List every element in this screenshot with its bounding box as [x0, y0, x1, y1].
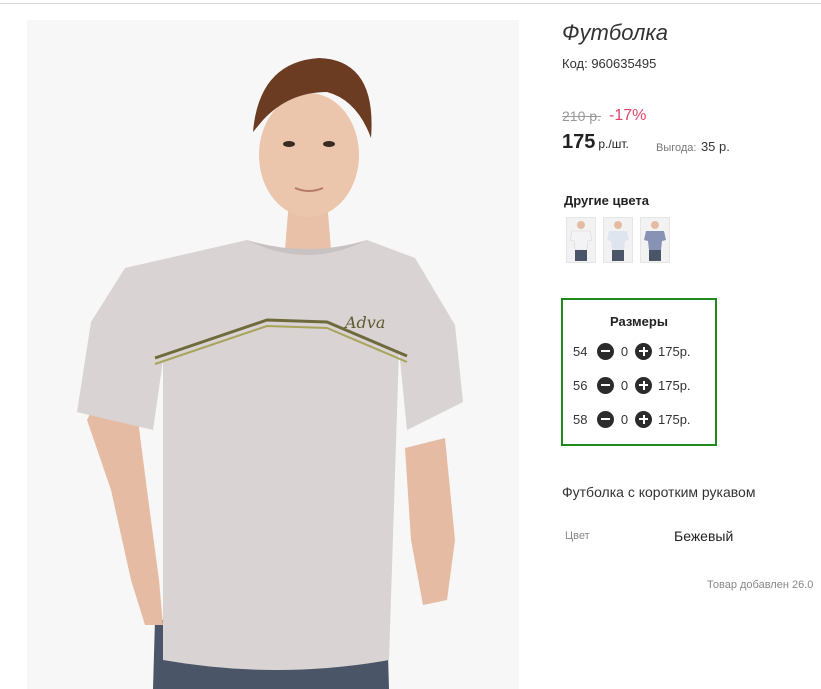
size-quantity[interactable]: 0 — [614, 344, 635, 359]
product-title: Футболка — [562, 20, 668, 45]
added-date: Товар добавлен 26.0 — [707, 579, 814, 591]
plus-circle-icon[interactable] — [635, 376, 652, 394]
size-row-54: 54 0 175р. — [573, 341, 691, 361]
color-swatch-light-grey[interactable] — [603, 217, 633, 263]
plus-circle-icon[interactable] — [635, 410, 652, 428]
top-divider — [0, 3, 821, 4]
sizes-panel: Размеры 54 0 175р. 56 0 175р. 58 0 175р. — [561, 298, 717, 446]
size-price: 175р. — [658, 343, 691, 359]
color-swatch-white[interactable] — [566, 217, 596, 263]
svg-text:Adva: Adva — [343, 313, 385, 332]
price-value: 175 — [562, 131, 596, 153]
size-row-58: 58 0 175р. — [573, 409, 691, 429]
size-price: 175р. — [658, 377, 691, 393]
size-quantity[interactable]: 0 — [614, 412, 635, 427]
benefit-label: Выгода: — [656, 142, 697, 154]
other-colors-title: Другие цвета — [564, 193, 649, 208]
plus-circle-icon[interactable] — [635, 342, 652, 360]
size-label: 54 — [573, 343, 588, 359]
benefit: Выгода: 35 р. — [656, 138, 730, 156]
attribute-color-value: Бежевый — [674, 528, 734, 544]
product-photo[interactable]: Adva — [27, 20, 519, 689]
sizes-title: Размеры — [610, 314, 668, 329]
size-label: 56 — [573, 377, 588, 393]
attribute-color-label: Цвет — [565, 530, 590, 542]
minus-circle-icon[interactable] — [597, 376, 614, 394]
old-price: 210 р. — [562, 108, 601, 124]
product-code: Код: 960635495 — [562, 56, 657, 71]
benefit-value: 35 р. — [700, 139, 730, 154]
size-quantity[interactable]: 0 — [614, 378, 635, 393]
color-swatches — [566, 217, 670, 263]
current-price: 175 р./шт. — [562, 131, 629, 154]
size-row-56: 56 0 175р. — [573, 375, 691, 395]
minus-circle-icon[interactable] — [597, 342, 614, 360]
color-swatch-blue-grey[interactable] — [640, 217, 670, 263]
price-unit: р./шт. — [598, 137, 629, 151]
minus-circle-icon[interactable] — [597, 410, 614, 428]
size-price: 175р. — [658, 411, 691, 427]
discount-badge: -17% — [609, 107, 647, 124]
product-description: Футболка с коротким рукавом — [562, 484, 756, 500]
size-label: 58 — [573, 411, 588, 427]
